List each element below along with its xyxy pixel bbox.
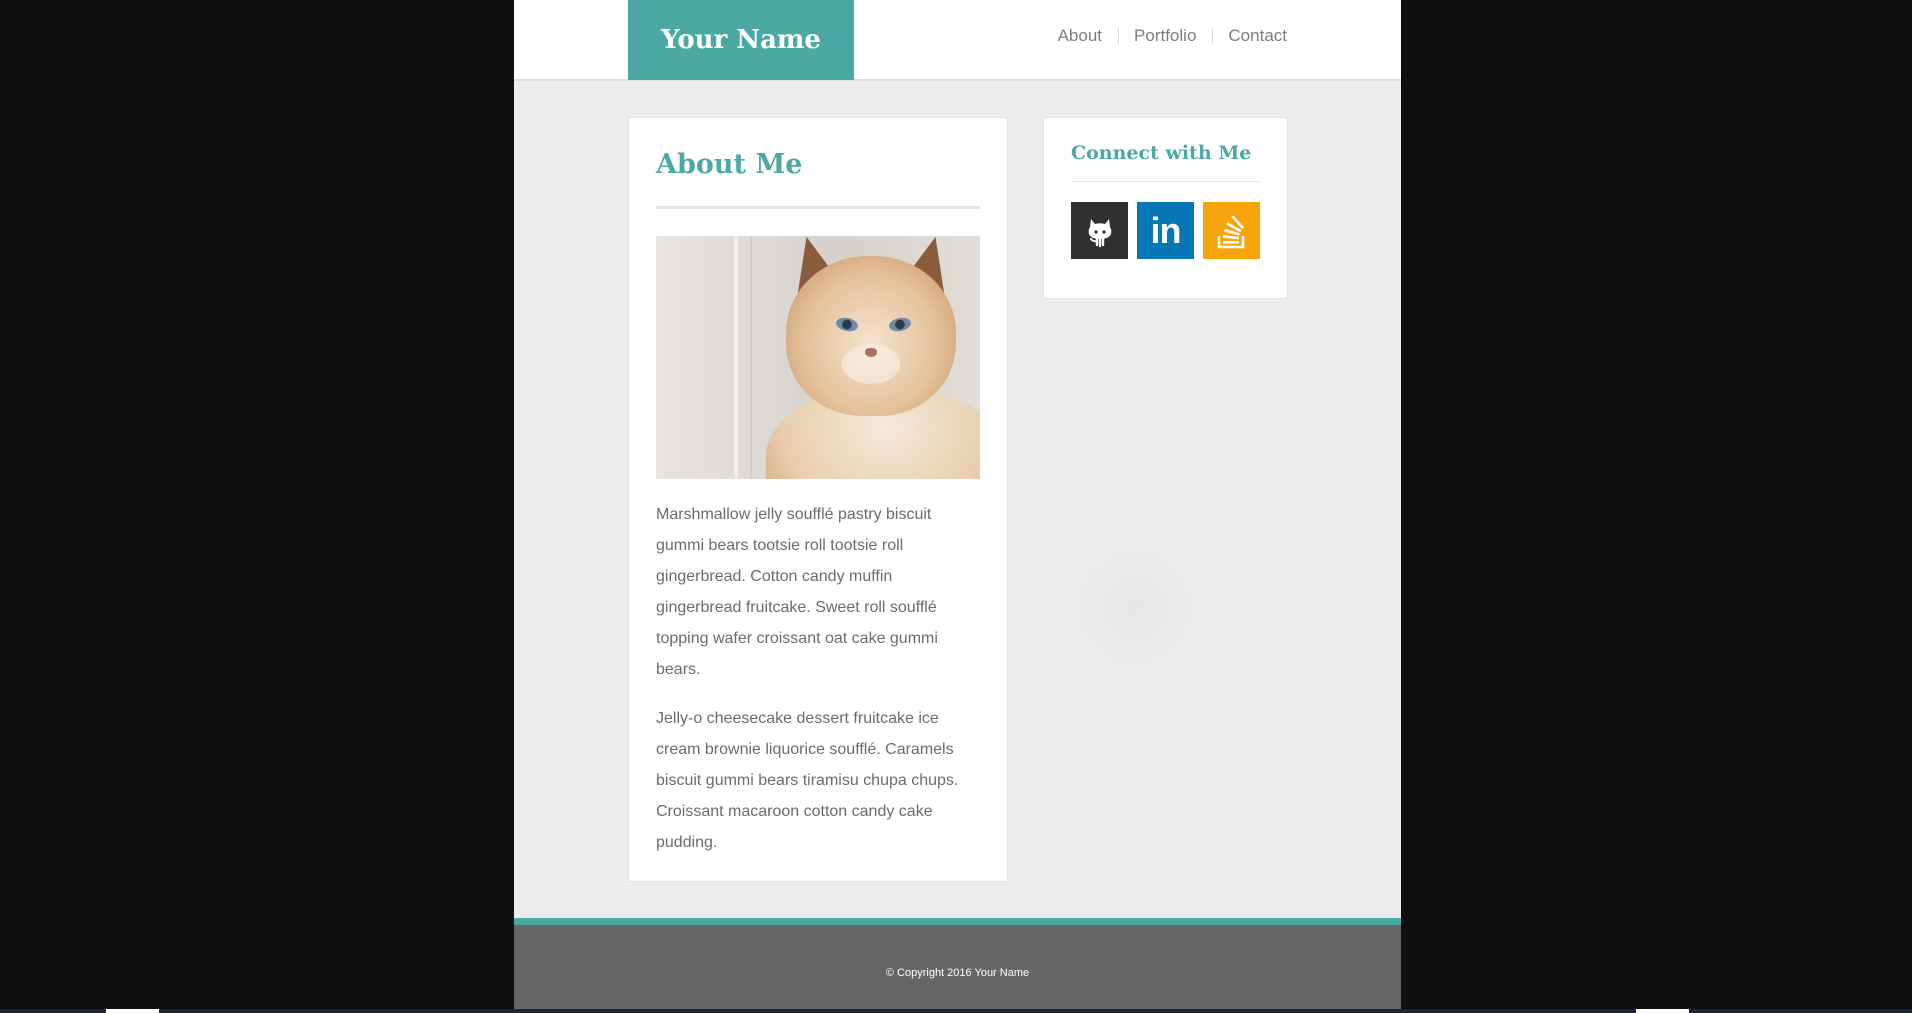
nav-about[interactable]: About	[1058, 26, 1102, 46]
photo-background	[750, 235, 752, 479]
strip-marker	[1636, 1009, 1689, 1013]
connect-divider	[1071, 181, 1260, 182]
page: Your Name About Portfolio Contact About …	[514, 0, 1401, 1013]
about-paragraph: Jelly-o cheesecake dessert fruitcake ice…	[656, 709, 959, 851]
github-icon[interactable]	[1071, 202, 1128, 259]
cat-head	[786, 255, 956, 416]
site-header: Your Name About Portfolio Contact	[514, 0, 1401, 81]
about-title: About Me	[656, 149, 803, 180]
nav-portfolio[interactable]: Portfolio	[1119, 26, 1196, 46]
window-bottom-strip	[0, 1009, 1912, 1013]
about-card: About Me Marshmallow jelly soufflé pastr…	[628, 117, 1008, 882]
connect-card: Connect with Me in	[1043, 117, 1288, 299]
copyright-text: © Copyright 2016 Your Name	[885, 967, 1030, 979]
title-divider	[656, 205, 980, 209]
cat-photo	[656, 235, 980, 479]
photo-background	[734, 235, 738, 479]
social-icons: in	[1071, 202, 1260, 259]
stackoverflow-glyph	[1217, 214, 1244, 248]
linkedin-glyph: in	[1150, 209, 1182, 251]
main-nav: About Portfolio Contact	[1058, 26, 1287, 46]
site-footer: © Copyright 2016 Your Name	[514, 918, 1401, 1013]
about-paragraph: Marshmallow jelly soufflé pastry biscuit…	[656, 505, 938, 678]
stackoverflow-icon[interactable]	[1203, 202, 1260, 259]
nav-contact[interactable]: Contact	[1213, 26, 1287, 46]
strip-marker	[106, 1009, 159, 1013]
linkedin-icon[interactable]: in	[1137, 202, 1194, 259]
connect-title: Connect with Me	[1071, 142, 1252, 164]
github-octocat-glyph	[1088, 218, 1111, 247]
site-logo[interactable]: Your Name	[628, 0, 854, 80]
cat-nose	[865, 347, 877, 357]
